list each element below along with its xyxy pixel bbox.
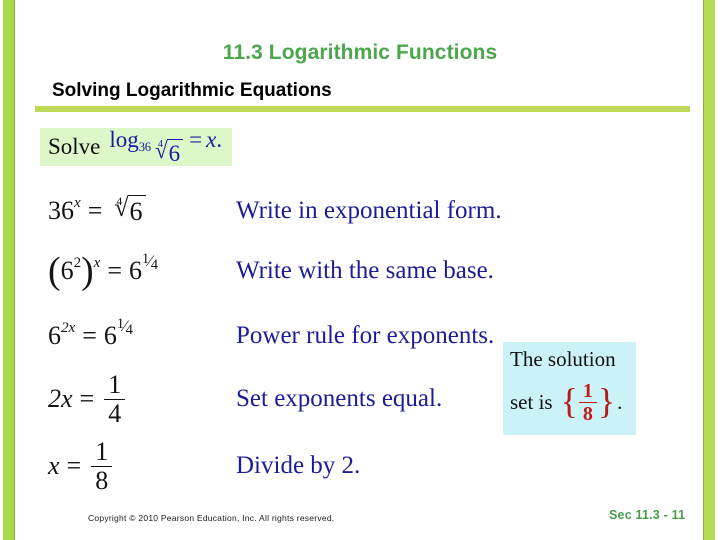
s5-numerator: 1 — [95, 436, 109, 466]
s3-rhs-exponent-fraction: 1⁄4 — [116, 316, 133, 338]
step-row-2: (6 2) x = 6 1⁄4 Write with the same base. — [48, 240, 668, 302]
s3-base: 6 — [48, 321, 61, 350]
s5-fraction: 1 8 — [91, 436, 113, 494]
s2-rhs-den: 4 — [150, 257, 158, 273]
s4-equals: = — [79, 384, 95, 413]
callout-period: . — [617, 390, 623, 415]
step-1-equation: 36 x = 4 √ 6 — [48, 195, 236, 227]
s1-radicand: 6 — [127, 195, 146, 227]
step-1-reason: Write in exponential form. — [236, 197, 502, 224]
s5-equals: = — [66, 451, 82, 480]
s3-rhs-base: 6 — [103, 321, 117, 350]
s3-rhs-den: 4 — [125, 322, 133, 338]
step-3-reason: Power rule for exponents. — [236, 322, 495, 349]
slide-canvas: 11.3 Logarithmic Functions Solving Logar… — [0, 0, 720, 540]
radicand: 6 — [166, 139, 184, 167]
callout-prefix: set is — [510, 390, 553, 415]
s3-equals: = — [82, 321, 97, 350]
s2-inner-base: 6 — [60, 256, 74, 285]
s1-radical-group: 4 √ 6 — [111, 195, 146, 227]
s5-denominator: 8 — [91, 465, 113, 494]
solution-fraction: 1 8 — [578, 380, 597, 424]
s2-inner-exponent: 2 — [73, 254, 82, 271]
log-word: log — [109, 127, 139, 152]
log-base: 36 — [138, 140, 151, 154]
solution-denominator: 8 — [578, 402, 597, 424]
section-page-indicator: Sec 11.3 - 11 — [609, 508, 686, 522]
step-2-reason: Write with the same base. — [236, 257, 494, 284]
step-2-equation: (6 2) x = 6 1⁄4 — [48, 249, 236, 292]
page-subtitle: Solving Logarithmic Equations — [52, 80, 332, 101]
step-5-equation: x = 1 8 — [48, 436, 236, 494]
step-row-5: x = 1 8 Divide by 2. — [48, 435, 668, 497]
radical-group: 4 √ 6 — [153, 139, 184, 167]
step-5-reason: Divide by 2. — [236, 452, 361, 479]
close-brace: } — [597, 380, 616, 421]
open-brace: { — [560, 380, 578, 421]
solve-label: Solve — [48, 134, 101, 159]
period: . — [216, 127, 223, 152]
step-3-equation: 6 2x = 6 1⁄4 — [48, 316, 236, 351]
s3-rhs-num: 1 — [116, 316, 124, 332]
step-4-reason: Set exponents equal. — [236, 385, 443, 412]
s2-equals: = — [107, 256, 123, 285]
s2-close-paren: ) — [81, 249, 94, 292]
s5-lhs: x — [48, 451, 60, 480]
s2-open-paren: ( — [48, 249, 61, 292]
s4-fraction: 1 4 — [104, 369, 126, 427]
copyright-notice: Copyright © 2010 Pearson Education, Inc.… — [88, 513, 335, 523]
solution-callout-box: The solution set is { 1 8 } . — [503, 342, 636, 435]
s3-exponent: 2x — [61, 319, 76, 336]
solve-expression: log 36 4 √ 6 = x. — [109, 127, 222, 167]
s4-numerator: 1 — [108, 369, 122, 399]
s2-rhs-num: 1 — [142, 251, 149, 267]
s1-equals: = — [87, 196, 103, 225]
radical-index: 4 — [157, 139, 163, 150]
solve-prompt-box: Solve log 36 4 √ 6 = x. — [40, 127, 232, 167]
step-4-equation: 2x = 1 4 — [48, 369, 236, 427]
s1-base: 36 — [48, 196, 74, 225]
solution-numerator: 1 — [582, 380, 593, 403]
s1-exponent: x — [74, 194, 81, 211]
right-accent-strip — [703, 0, 715, 540]
s4-denominator: 4 — [104, 398, 126, 427]
s4-lhs: 2x — [48, 384, 73, 413]
s2-rhs-base: 6 — [129, 256, 143, 285]
callout-line-1: The solution — [510, 347, 616, 371]
callout-line-2: set is { 1 8 } . — [510, 381, 629, 424]
s2-outer-exponent: x — [93, 254, 101, 271]
title-divider-rule — [35, 106, 690, 112]
left-accent-strip — [3, 0, 15, 540]
variable-x: x — [206, 127, 217, 152]
step-row-1: 36 x = 4 √ 6 Write in exponential form. — [48, 180, 668, 242]
page-title: 11.3 Logarithmic Functions — [222, 41, 498, 64]
s2-rhs-exponent-fraction: 1⁄4 — [142, 251, 158, 273]
s1-radical-index: 4 — [116, 195, 123, 208]
equals-sign: = — [189, 127, 203, 152]
